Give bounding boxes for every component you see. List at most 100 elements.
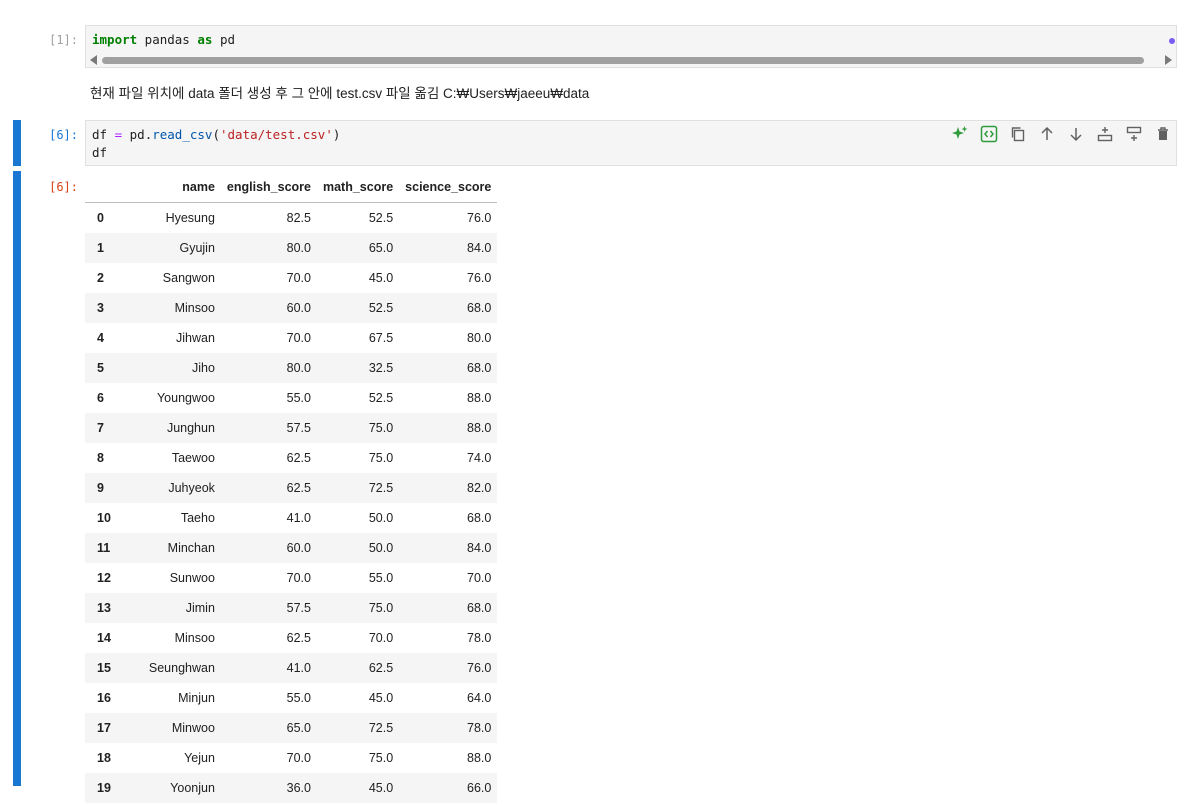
cell-1-input[interactable]: import pandas as pd (85, 25, 1177, 68)
table-cell: 55.0 (286, 391, 311, 405)
table-row: 4 Jihwan 70.0 67.5 80.0 (85, 323, 497, 353)
row-index: 2 (97, 271, 104, 285)
code-toggle-icon[interactable] (979, 124, 999, 144)
table-cell: 76.0 (467, 211, 492, 225)
table-cell: 70.0 (286, 331, 311, 345)
table-row: 10 Taeho 41.0 50.0 68.0 (85, 503, 497, 533)
insert-below-icon[interactable] (1124, 124, 1144, 144)
table-cell: Sunwoo (169, 571, 215, 585)
table-cell: 88.0 (467, 391, 492, 405)
table-cell: 62.5 (368, 661, 394, 675)
row-index: 8 (97, 451, 104, 465)
table-cell: Seunghwan (148, 661, 215, 675)
table-cell: 78.0 (467, 631, 492, 645)
table-row: 15 Seunghwan 41.0 62.5 76.0 (85, 653, 498, 683)
scrollbar-thumb[interactable] (102, 57, 1144, 64)
table-cell: 66.0 (467, 781, 492, 795)
column-header: name (128, 172, 221, 203)
table-cell: Taewoo (171, 451, 215, 465)
table-row: 13 Jimin 57.5 75.0 68.0 (85, 593, 498, 623)
table-cell: 50.0 (368, 511, 394, 525)
table-row: 16 Minjun 55.0 45.0 64.0 (85, 683, 497, 713)
table-cell: Yoonjun (170, 781, 215, 795)
scroll-left-icon[interactable] (90, 55, 97, 65)
horizontal-scrollbar[interactable] (86, 53, 1176, 67)
table-cell: 75.0 (368, 451, 394, 465)
table-cell: 45.0 (368, 691, 394, 705)
table-cell: Minjun (178, 691, 215, 705)
index-header (85, 172, 129, 203)
table-cell: 70.0 (467, 571, 492, 585)
table-cell: 55.0 (286, 691, 311, 705)
table-cell: Jimin (185, 601, 215, 615)
table-cell: 62.5 (286, 481, 311, 495)
table-cell: 68.0 (467, 601, 492, 615)
table-row: 8 Taewoo 62.5 75.0 74.0 (85, 443, 497, 473)
table-cell: 65.0 (368, 241, 394, 255)
table-cell: 88.0 (467, 751, 492, 765)
table-cell: 88.0 (467, 421, 492, 435)
table-cell: 72.5 (368, 721, 394, 735)
row-index: 11 (97, 541, 111, 555)
table-cell: Juhyeok (168, 481, 215, 495)
table-cell: 80.0 (286, 241, 311, 255)
string-arg: 'data/test.csv' (219, 127, 333, 142)
insert-above-icon[interactable] (1095, 124, 1115, 144)
table-cell: 68.0 (467, 361, 492, 375)
table-cell: 84.0 (467, 541, 492, 555)
table-cell: Taeho (180, 511, 215, 525)
copy-icon[interactable] (1008, 124, 1028, 144)
table-row: 1 Gyujin 80.0 65.0 84.0 (85, 233, 498, 263)
function-name: read_csv (152, 127, 213, 142)
row-index: 14 (97, 631, 111, 645)
column-header: english_score (220, 172, 317, 203)
table-cell: 75.0 (368, 751, 394, 765)
row-index: 9 (97, 481, 104, 495)
column-header: math_score (316, 172, 400, 203)
row-index: 6 (97, 391, 104, 405)
table-cell: 75.0 (368, 421, 394, 435)
arrow-up-icon[interactable] (1037, 124, 1057, 144)
paren-open: ( (212, 127, 220, 142)
keyword-import: import (92, 32, 138, 47)
table-cell: 64.0 (467, 691, 492, 705)
scroll-right-icon[interactable] (1165, 55, 1172, 65)
keyword-as: as (197, 32, 213, 47)
table-cell: 62.5 (286, 451, 311, 465)
table-row: 18 Yejun 70.0 75.0 88.0 (85, 743, 497, 773)
table-row: 5 Jiho 80.0 32.5 68.0 (85, 353, 498, 383)
table-cell: 80.0 (286, 361, 311, 375)
table-cell: Yejun (184, 751, 215, 765)
row-index: 7 (97, 421, 104, 435)
table-row: 11 Minchan 60.0 50.0 84.0 (85, 533, 498, 563)
output-prompt: [6]: (49, 180, 78, 194)
table-cell: 32.5 (368, 361, 394, 375)
input-collapser[interactable] (13, 120, 21, 166)
arrow-down-icon[interactable] (1066, 124, 1086, 144)
paren-close: ) (332, 127, 341, 142)
table-row: 19 Yoonjun 36.0 45.0 66.0 (85, 773, 498, 803)
cell-2-prompt: [6]: (49, 128, 78, 142)
table-cell: 68.0 (467, 301, 492, 315)
sparkle-icon[interactable] (950, 124, 970, 144)
table-cell: 60.0 (286, 541, 311, 555)
trash-icon[interactable] (1153, 124, 1173, 144)
code-line: import pandas as pd (86, 26, 1176, 49)
row-index: 17 (97, 721, 111, 735)
row-index: 10 (97, 511, 111, 525)
table-cell: 57.5 (286, 601, 311, 615)
table-cell: 41.0 (286, 511, 311, 525)
table-row: 2 Sangwon 70.0 45.0 76.0 (85, 263, 497, 293)
table-cell: Jihwan (175, 331, 215, 345)
output-collapser[interactable] (13, 171, 21, 786)
dirty-indicator-icon (1169, 38, 1175, 44)
table-cell: 45.0 (368, 271, 394, 285)
table-cell: 65.0 (286, 721, 311, 735)
table-cell: Hyesung (165, 211, 215, 225)
table-cell: Gyujin (179, 241, 215, 255)
cell-1-prompt: [1]: (49, 33, 78, 47)
table-cell: 41.0 (286, 661, 311, 675)
table-cell: 45.0 (368, 781, 394, 795)
table-cell: 70.0 (286, 271, 311, 285)
row-index: 5 (97, 361, 104, 375)
